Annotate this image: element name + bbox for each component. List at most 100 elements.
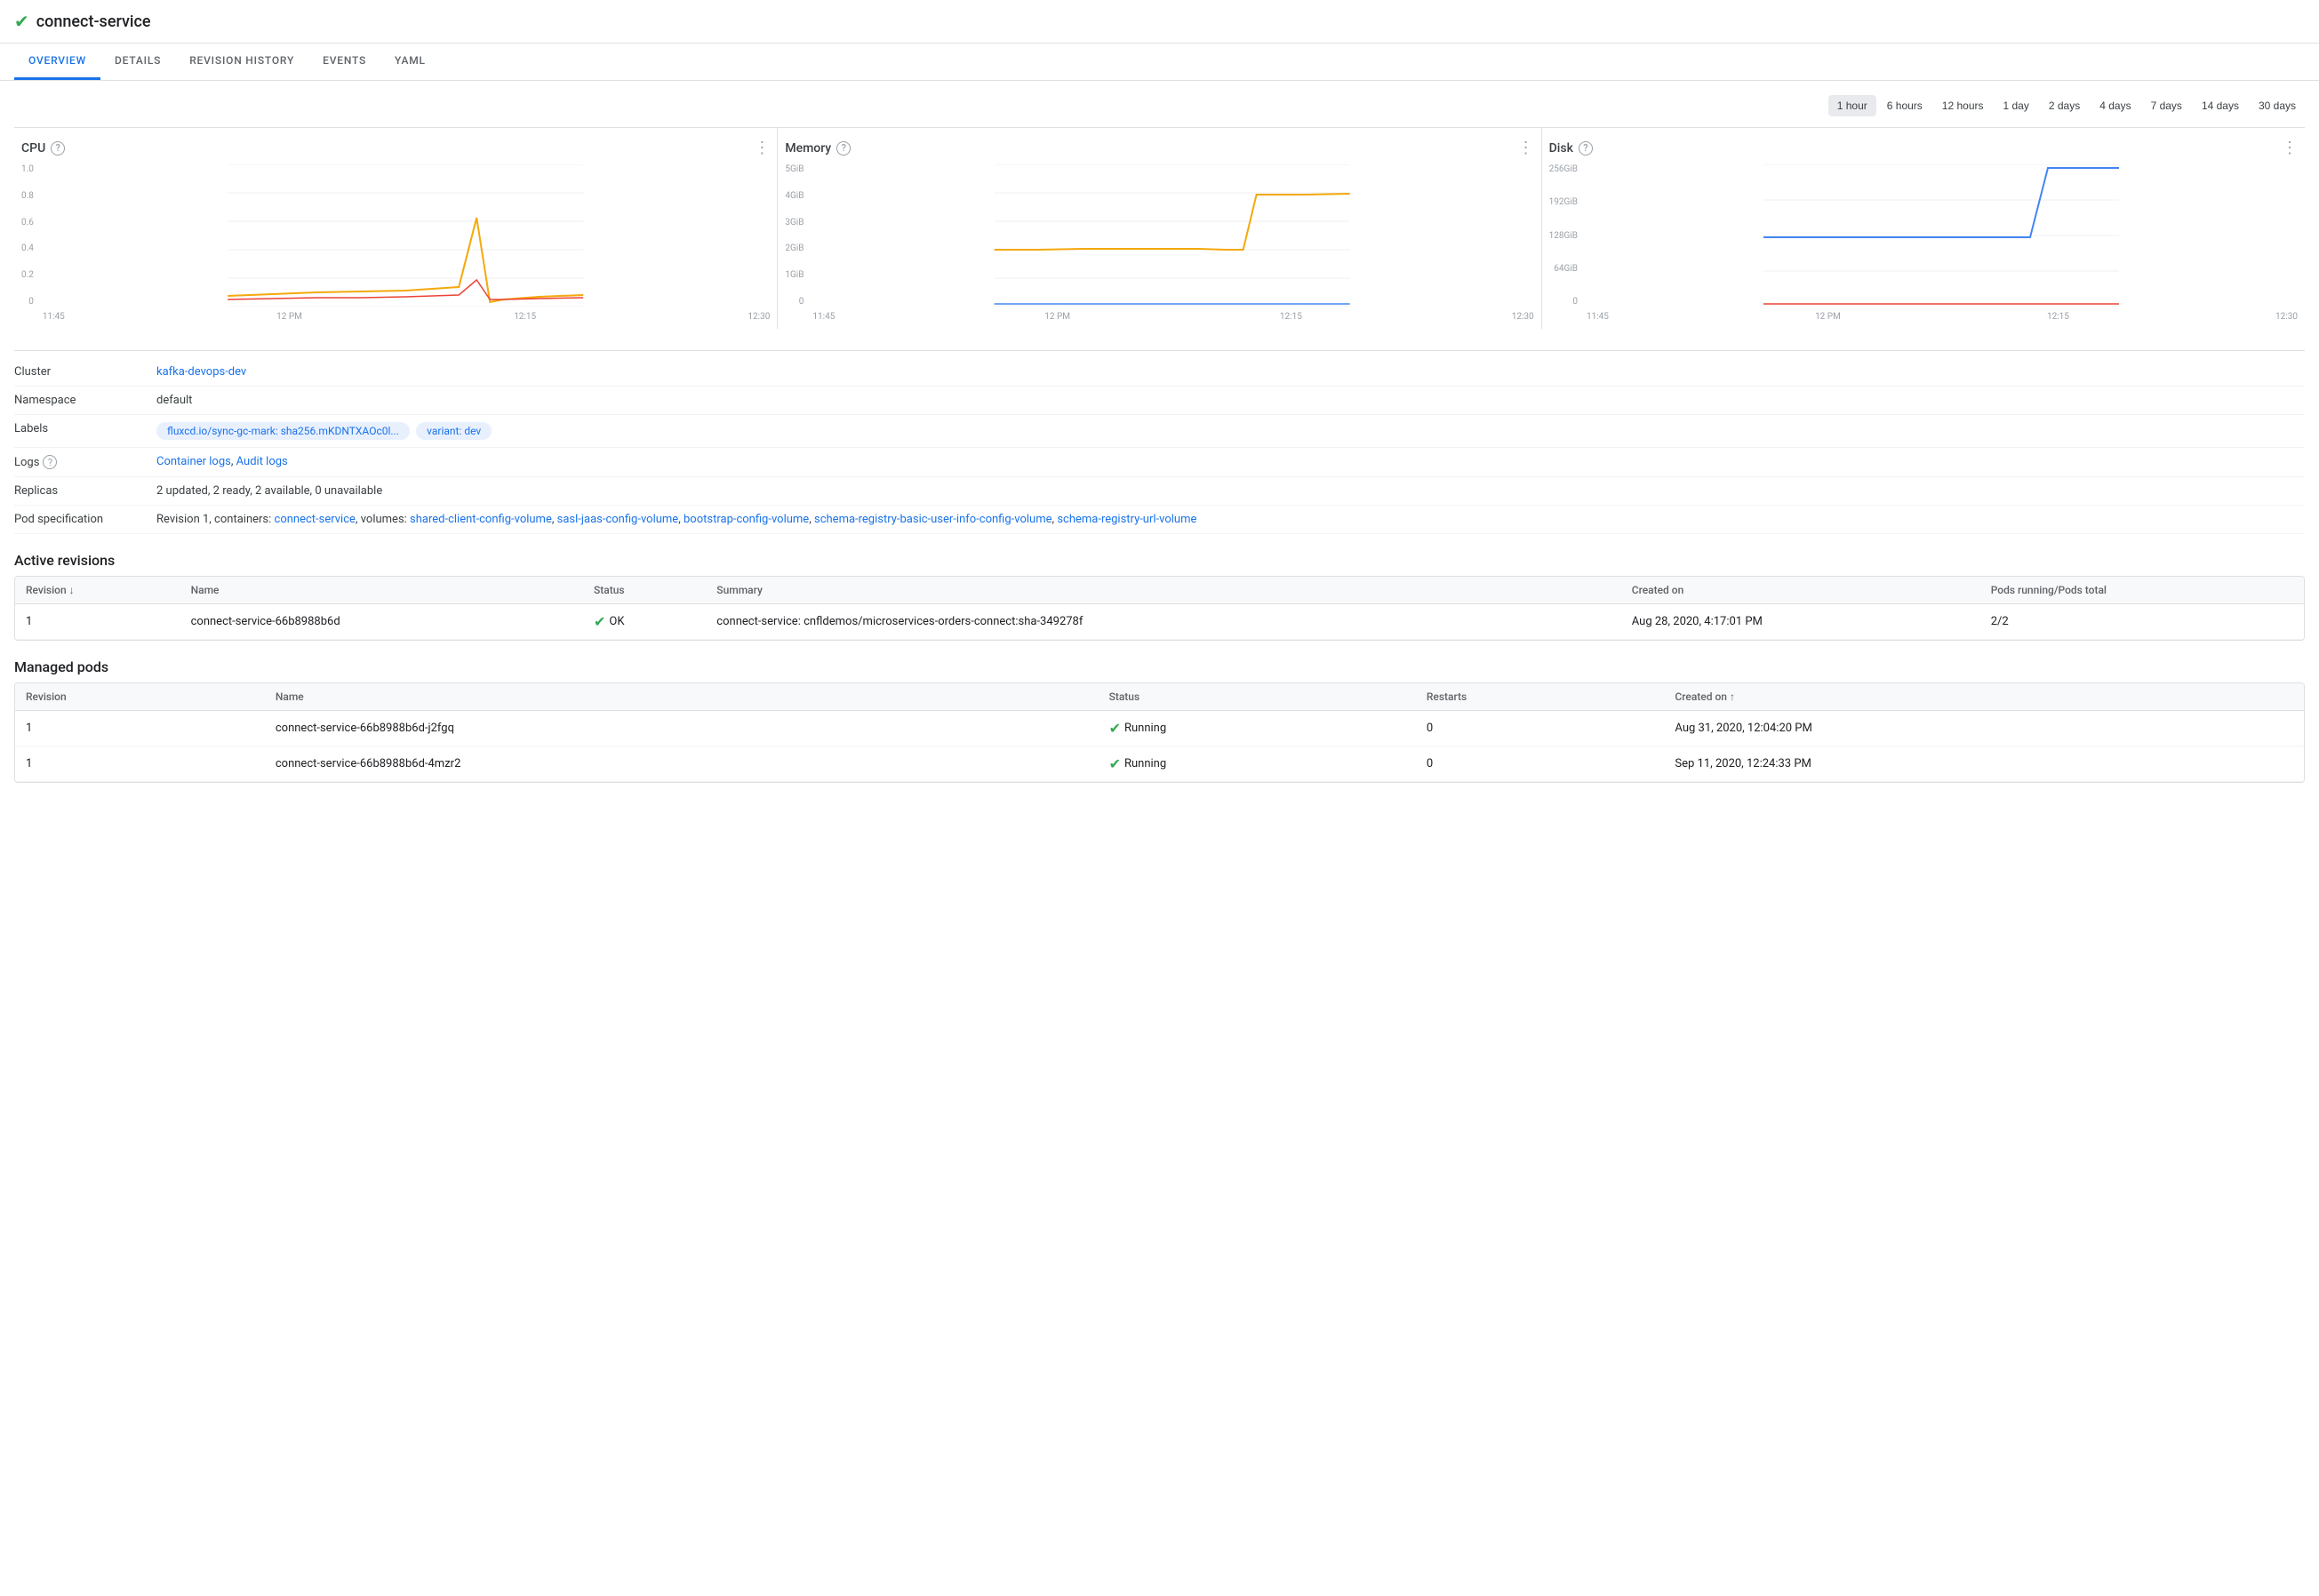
mp-col-created: Created on ↑	[1664, 683, 2304, 711]
labels-chips: fluxcd.io/sync-gc-mark: sha256.mKDNTXAOc…	[156, 422, 2305, 440]
disk-x-labels: 11:45 12 PM 12:15 12:30	[1585, 312, 2298, 322]
cpu-help-icon[interactable]: ?	[51, 141, 65, 156]
disk-y-3: 128GiB	[1549, 231, 1578, 241]
disk-help-icon[interactable]: ?	[1579, 141, 1593, 156]
time-btn-2days[interactable]: 2 days	[2040, 95, 2089, 116]
time-btn-14days[interactable]: 14 days	[2193, 95, 2248, 116]
cpu-x-4: 12:30	[748, 312, 770, 322]
pod-spec-label: Pod specification	[14, 513, 156, 526]
tab-revision-history[interactable]: REVISION HISTORY	[175, 44, 308, 80]
active-revisions-table-wrapper: Revision ↓ Name Status Summary Created o…	[14, 576, 2305, 641]
memory-more-icon[interactable]: ⋮	[1518, 139, 1534, 157]
mp-created-0: Aug 31, 2020, 12:04:20 PM	[1664, 711, 2304, 746]
memory-x-4: 12:30	[1512, 312, 1534, 322]
namespace-row: Namespace default	[14, 387, 2305, 415]
status-text-0: OK	[609, 615, 624, 628]
managed-pod-row-0: 1 connect-service-66b8988b6d-j2fgq ✔ Run…	[15, 711, 2304, 746]
disk-title-text: Disk	[1549, 141, 1573, 156]
volume-link-2[interactable]: bootstrap-config-volume	[684, 513, 809, 526]
cpu-y-1: 1.0	[21, 164, 34, 174]
cpu-chart-body: 1.0 0.8 0.6 0.4 0.2 0	[21, 164, 770, 322]
disk-chart-header: Disk ? ⋮	[1549, 139, 2298, 157]
tab-yaml[interactable]: YAML	[380, 44, 440, 80]
cpu-x-3: 12:15	[514, 312, 536, 322]
memory-title-text: Memory	[785, 141, 831, 156]
audit-logs-link[interactable]: Audit logs	[236, 455, 288, 468]
cpu-chart-header: CPU ? ⋮	[21, 139, 770, 157]
container-link-0[interactable]: connect-service	[275, 513, 356, 526]
revision-sort-icon[interactable]: ↓	[69, 584, 75, 596]
mp-restarts-0: 0	[1416, 711, 1665, 746]
memory-chart-container: Memory ? ⋮ 5GiB 4GiB 3GiB 2GiB 1GiB 0	[778, 128, 1541, 329]
memory-help-icon[interactable]: ?	[836, 141, 851, 156]
created-sort-up-icon[interactable]: ↑	[1730, 690, 1735, 703]
service-name: connect-service	[36, 12, 151, 31]
ar-col-pods: Pods running/Pods total	[1980, 577, 2304, 604]
label-chip-1[interactable]: variant: dev	[416, 422, 492, 440]
disk-x-2: 12 PM	[1815, 312, 1841, 322]
memory-y-axis: 5GiB 4GiB 3GiB 2GiB 1GiB 0	[785, 164, 807, 307]
mp-created-1: Sep 11, 2020, 12:24:33 PM	[1664, 746, 2304, 782]
volume-link-3[interactable]: schema-registry-basic-user-info-config-v…	[814, 513, 1052, 526]
volume-link-0[interactable]: shared-client-config-volume	[410, 513, 552, 526]
time-btn-12hours[interactable]: 12 hours	[1933, 95, 1993, 116]
memory-chart-area: 11:45 12 PM 12:15 12:30	[811, 164, 1533, 322]
logs-value: Container logs, Audit logs	[156, 455, 2305, 468]
tab-overview[interactable]: OVERVIEW	[14, 44, 100, 80]
time-btn-1hour[interactable]: 1 hour	[1828, 95, 1876, 116]
pod-status-ok-1: ✔ Running	[1109, 755, 1167, 772]
memory-chart-title: Memory ?	[785, 141, 851, 156]
cpu-x-1: 11:45	[43, 312, 65, 322]
disk-y-2: 192GiB	[1549, 197, 1578, 207]
memory-y-6: 0	[785, 297, 804, 307]
memory-chart-header: Memory ? ⋮	[785, 139, 1533, 157]
active-revisions-title: Active revisions	[14, 552, 2305, 569]
cluster-row: Cluster kafka-devops-dev	[14, 358, 2305, 387]
cpu-y-3: 0.6	[21, 218, 34, 227]
label-chip-0[interactable]: fluxcd.io/sync-gc-mark: sha256.mKDNTXAOc…	[156, 422, 410, 440]
pod-status-ok-0: ✔ Running	[1109, 720, 1167, 737]
cluster-label: Cluster	[14, 365, 156, 379]
ar-status-0: ✔ OK	[583, 604, 706, 640]
ar-col-created: Created on	[1621, 577, 1980, 604]
pod-status-text-1: Running	[1124, 757, 1166, 770]
pod-ok-icon-1: ✔	[1109, 755, 1121, 772]
ar-col-revision: Revision ↓	[15, 577, 180, 604]
disk-chart-body: 256GiB 192GiB 128GiB 64GiB 0	[1549, 164, 2298, 322]
container-logs-link[interactable]: Container logs	[156, 455, 231, 468]
memory-y-2: 4GiB	[785, 191, 804, 201]
memory-y-3: 3GiB	[785, 218, 804, 227]
time-btn-7days[interactable]: 7 days	[2142, 95, 2191, 116]
managed-pods-table: Revision Name Status Restarts Created on…	[15, 683, 2304, 782]
cluster-link[interactable]: kafka-devops-dev	[156, 365, 246, 379]
pod-spec-row: Pod specification Revision 1, containers…	[14, 506, 2305, 534]
ar-pods-0: 2/2	[1980, 604, 2304, 640]
volume-link-1[interactable]: sasl-jaas-config-volume	[557, 513, 679, 526]
mp-revision-1: 1	[15, 746, 265, 782]
ar-summary-0: connect-service: cnfldemos/microservices…	[706, 604, 1620, 640]
logs-help-icon[interactable]: ?	[43, 455, 57, 469]
disk-chart-svg	[1585, 164, 2298, 307]
ar-col-status: Status	[583, 577, 706, 604]
mp-status-0: ✔ Running	[1099, 711, 1416, 746]
memory-y-1: 5GiB	[785, 164, 804, 174]
cpu-chart-title: CPU ?	[21, 141, 65, 156]
tab-details[interactable]: DETAILS	[100, 44, 175, 80]
disk-chart-container: Disk ? ⋮ 256GiB 192GiB 128GiB 64GiB 0	[1542, 128, 2305, 329]
labels-label: Labels	[14, 422, 156, 435]
cluster-value: kafka-devops-dev	[156, 365, 2305, 379]
volume-link-4[interactable]: schema-registry-url-volume	[1057, 513, 1196, 526]
tab-events[interactable]: EVENTS	[308, 44, 380, 80]
memory-y-4: 2GiB	[785, 243, 804, 253]
time-btn-1day[interactable]: 1 day	[1995, 95, 2038, 116]
cpu-more-icon[interactable]: ⋮	[754, 139, 770, 157]
logs-label: Logs ?	[14, 455, 156, 469]
pod-spec-value: Revision 1, containers: connect-service,…	[156, 513, 2305, 526]
disk-more-icon[interactable]: ⋮	[2282, 139, 2298, 157]
time-btn-4days[interactable]: 4 days	[2091, 95, 2139, 116]
mp-col-status: Status	[1099, 683, 1416, 711]
time-btn-6hours[interactable]: 6 hours	[1878, 95, 1931, 116]
time-btn-30days[interactable]: 30 days	[2250, 95, 2305, 116]
cpu-y-2: 0.8	[21, 191, 34, 201]
managed-pod-row-1: 1 connect-service-66b8988b6d-4mzr2 ✔ Run…	[15, 746, 2304, 782]
